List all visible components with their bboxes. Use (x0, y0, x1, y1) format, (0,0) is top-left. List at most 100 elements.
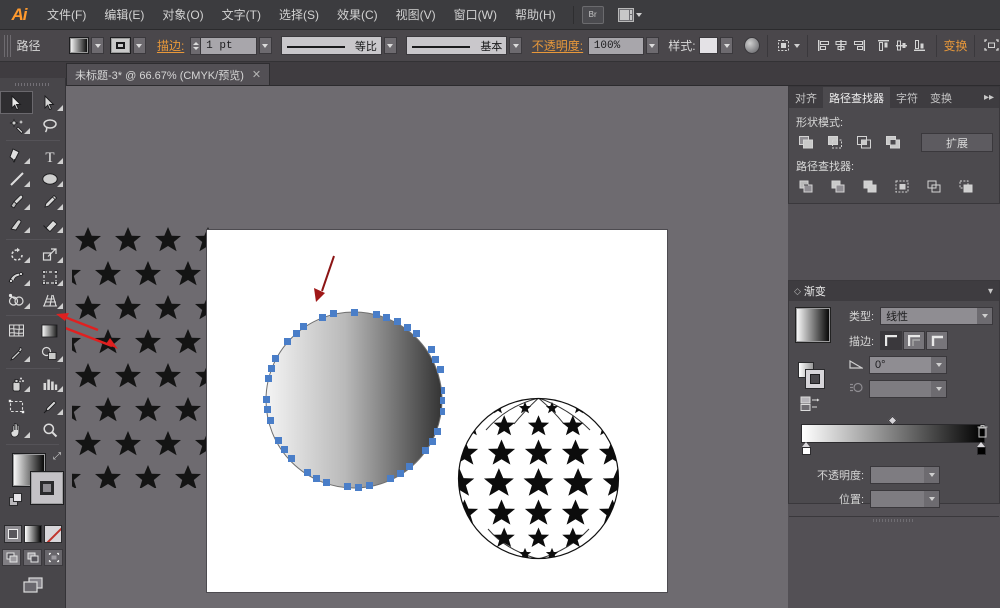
align-top-icon[interactable] (875, 37, 893, 55)
minus-front-button[interactable] (824, 133, 846, 152)
selection-tool[interactable] (0, 91, 33, 114)
fill-swatch[interactable] (69, 37, 90, 54)
paintbrush-tool[interactable] (0, 190, 33, 213)
line-segment-tool[interactable] (0, 167, 33, 190)
select-similar-caret-icon[interactable] (794, 44, 800, 48)
gradient-panel-menu-icon[interactable]: ▾ (988, 286, 999, 297)
workspace-switcher[interactable] (618, 8, 642, 22)
stroke-gradient-along-button[interactable] (903, 331, 925, 350)
artboard-tool[interactable] (0, 395, 33, 418)
stroke-gradient-within-button[interactable] (880, 331, 902, 350)
gradient-stop-end[interactable] (977, 442, 986, 455)
align-center-horizontal-icon[interactable] (833, 37, 851, 55)
gradient-collapse-icon[interactable]: ◇ (794, 286, 801, 297)
free-transform-tool[interactable] (33, 266, 66, 289)
ellipse-tool[interactable] (33, 167, 66, 190)
exclude-button[interactable] (882, 133, 904, 152)
zoom-tool[interactable] (33, 418, 66, 441)
gradient-location-input[interactable] (870, 490, 940, 508)
stroke-weight-stepper[interactable] (190, 37, 200, 55)
gradient-mode-button[interactable] (24, 525, 42, 543)
slice-tool[interactable] (33, 395, 66, 418)
gradient-type-select[interactable]: 线性 (880, 307, 993, 325)
width-profile-select[interactable]: 等比 (281, 36, 382, 55)
column-graph-tool[interactable] (33, 372, 66, 395)
document-tab[interactable]: 未标题-3* @ 66.67% (CMYK/预览) ✕ (66, 63, 270, 85)
scale-tool[interactable] (33, 243, 66, 266)
menu-help[interactable]: 帮助(H) (506, 0, 565, 30)
gradient-slider[interactable] (795, 424, 993, 458)
unite-button[interactable] (795, 133, 817, 152)
menu-window[interactable]: 窗口(W) (445, 0, 506, 30)
fill-dropdown[interactable] (91, 37, 104, 54)
default-fill-stroke-icon[interactable] (9, 493, 23, 507)
mesh-tool[interactable] (0, 319, 33, 342)
delete-stop-icon[interactable] (976, 424, 990, 441)
gradient-stop-start[interactable] (802, 442, 811, 455)
draw-inside-button[interactable] (44, 549, 63, 566)
blend-tool[interactable] (33, 342, 66, 365)
divide-button[interactable] (795, 177, 817, 196)
graphic-style-dropdown[interactable] (720, 37, 733, 54)
stroke-weight-input[interactable]: 1 pt (200, 37, 256, 55)
opacity-input[interactable]: 100% (588, 37, 644, 55)
stroke-weight-label[interactable]: 描边: (157, 37, 184, 54)
close-icon[interactable]: ✕ (252, 68, 261, 81)
tab-align[interactable]: 对齐 (789, 87, 823, 108)
stroke-dropdown[interactable] (133, 37, 146, 54)
perspective-grid-tool[interactable] (33, 289, 66, 312)
none-mode-button[interactable] (44, 525, 62, 543)
panel-menu-icon[interactable]: ▸▸ (979, 92, 999, 103)
menu-type[interactable]: 文字(T) (213, 0, 270, 30)
crop-button[interactable] (891, 177, 913, 196)
swap-fill-stroke-icon[interactable]: ⤢ (53, 451, 61, 462)
document-canvas[interactable] (66, 86, 788, 608)
type-tool[interactable]: T (33, 144, 66, 167)
transform-button[interactable]: 变换 (943, 37, 967, 54)
star-pattern-strip[interactable] (72, 226, 212, 488)
menu-select[interactable]: 选择(S) (270, 0, 328, 30)
brush-definition-select[interactable]: 基本 (406, 36, 507, 55)
align-center-vertical-icon[interactable] (893, 37, 911, 55)
stroke-swatch[interactable] (110, 37, 131, 54)
menu-file[interactable]: 文件(F) (38, 0, 95, 30)
menu-edit[interactable]: 编辑(E) (95, 0, 153, 30)
tab-character[interactable]: 字符 (890, 87, 924, 108)
select-similar-icon[interactable] (775, 37, 793, 55)
merge-button[interactable] (859, 177, 881, 196)
eraser-tool[interactable] (33, 213, 66, 236)
menu-object[interactable]: 对象(O) (153, 0, 212, 30)
draw-behind-button[interactable] (23, 549, 42, 566)
tab-pathfinder[interactable]: 路径查找器 (823, 87, 890, 108)
tools-panel-grip[interactable] (14, 80, 51, 89)
expand-button[interactable]: 扩展 (921, 133, 993, 152)
magic-wand-tool[interactable] (0, 114, 33, 137)
gradient-angle-input[interactable]: 0° (869, 356, 947, 374)
gradient-tool[interactable] (33, 319, 66, 342)
draw-normal-button[interactable] (2, 549, 21, 566)
align-left-icon[interactable] (815, 37, 833, 55)
graphic-style-swatch[interactable] (699, 37, 718, 54)
bridge-icon[interactable]: Br (582, 6, 604, 24)
shape-builder-tool[interactable] (0, 289, 33, 312)
pen-tool[interactable] (0, 144, 33, 167)
gradient-ramp[interactable] (801, 424, 985, 443)
intersect-button[interactable] (853, 133, 875, 152)
blob-brush-tool[interactable] (0, 213, 33, 236)
gradient-preview-swatch[interactable] (795, 307, 831, 343)
width-profile-dropdown[interactable] (384, 37, 397, 54)
opacity-dropdown[interactable] (646, 37, 659, 54)
hand-tool[interactable] (0, 418, 33, 441)
gradient-opacity-input[interactable] (870, 466, 940, 484)
eyedropper-tool[interactable] (0, 342, 33, 365)
menu-view[interactable]: 视图(V) (387, 0, 445, 30)
align-right-icon[interactable] (850, 37, 868, 55)
outline-button[interactable] (923, 177, 945, 196)
gradient-sphere[interactable] (263, 309, 445, 491)
tab-transform[interactable]: 变换 (924, 87, 958, 108)
lasso-tool[interactable] (33, 114, 66, 137)
rotate-tool[interactable] (0, 243, 33, 266)
gradient-aspect-input[interactable] (869, 380, 947, 398)
color-mode-button[interactable] (4, 525, 22, 543)
gradient-panel-resize-grip[interactable] (789, 516, 999, 523)
